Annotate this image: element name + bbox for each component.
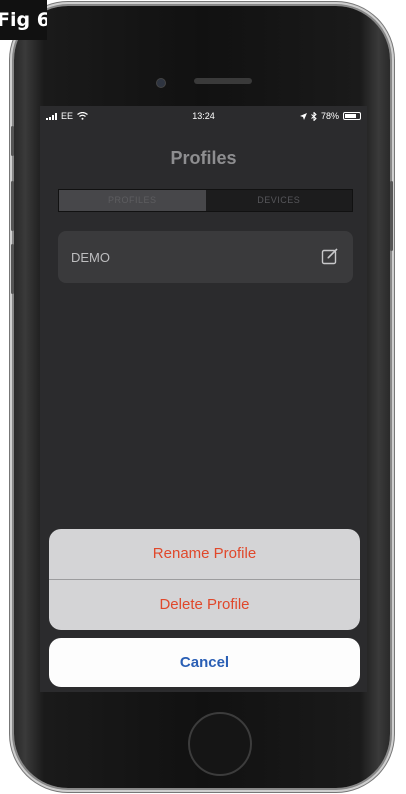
rename-profile-button[interactable]: Rename Profile — [49, 529, 360, 579]
battery-icon — [343, 112, 361, 120]
volume-up-button — [11, 181, 14, 231]
power-button — [390, 181, 393, 251]
location-icon — [299, 112, 307, 120]
figure-label: Fig 6 — [0, 0, 47, 40]
page-title: Profiles — [170, 148, 237, 168]
status-bar: EE 13:24 78% — [40, 106, 367, 128]
action-sheet: Rename Profile Delete Profile — [49, 529, 360, 630]
profile-list-item[interactable]: DEMO — [58, 231, 353, 283]
segmented-control: PROFILES DEVICES — [58, 189, 353, 212]
app-screen: EE 13:24 78% Profiles PROFILES DEVICES D… — [40, 106, 367, 692]
delete-profile-button[interactable]: Delete Profile — [49, 580, 360, 630]
earpiece-speaker — [194, 78, 252, 84]
bluetooth-icon — [311, 111, 317, 121]
tab-devices[interactable]: DEVICES — [205, 190, 352, 211]
battery-percent: 78% — [320, 111, 339, 121]
mute-switch — [11, 126, 14, 156]
home-button[interactable] — [188, 712, 252, 776]
volume-down-button — [11, 244, 14, 294]
edit-icon[interactable] — [321, 247, 339, 265]
front-camera — [156, 78, 166, 88]
figure-label-text: Fig 6 — [0, 9, 47, 31]
profile-name: DEMO — [71, 250, 110, 265]
cancel-button[interactable]: Cancel — [49, 638, 360, 687]
tab-profiles[interactable]: PROFILES — [59, 190, 206, 211]
status-right: 78% — [299, 111, 361, 121]
